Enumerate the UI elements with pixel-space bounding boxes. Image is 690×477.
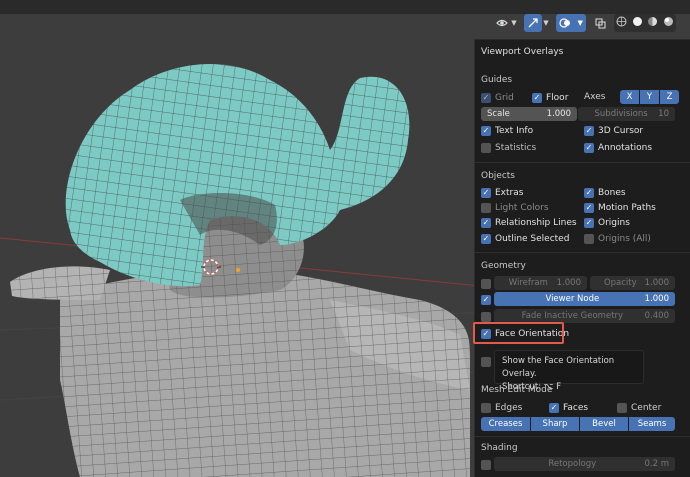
light-colors-checkbox[interactable]: Light Colors [481, 201, 549, 214]
wireframe-shading-icon[interactable] [616, 16, 627, 30]
3d-cursor-checkbox[interactable]: ✓ 3D Cursor [584, 124, 643, 137]
center-checkbox[interactable]: Center [617, 401, 661, 414]
divider [474, 162, 690, 163]
viewer-node-field[interactable]: Viewer Node 1.000 [494, 292, 675, 306]
grid-checkbox[interactable]: ✓ Grid [481, 91, 514, 104]
opacity-field[interactable]: Opacity 1.000 [590, 276, 675, 290]
text-info-checkbox[interactable]: ✓ Text Info [481, 124, 533, 137]
subdivisions-field[interactable]: Subdivisions 10 [578, 107, 675, 121]
motion-paths-checkbox[interactable]: ✓ Motion Paths [584, 201, 656, 214]
check-icon: ✓ [481, 294, 491, 305]
guides-heading: Guides [481, 75, 513, 85]
check-icon: ✓ [481, 125, 491, 136]
overlays-button[interactable]: ▼ [556, 14, 586, 32]
check-icon: ✓ [481, 92, 491, 103]
floor-checkbox[interactable]: ✓ Floor [532, 91, 568, 104]
creases-toggle[interactable]: Creases [481, 417, 530, 431]
check-icon: ✓ [584, 202, 594, 213]
extras-checkbox[interactable]: ✓ Extras [481, 186, 523, 199]
mesh-edit-heading: Mesh Edit Mode [481, 385, 553, 395]
axes-label: Axes [584, 92, 606, 102]
material-shading-icon[interactable] [647, 16, 658, 30]
eye-icon[interactable] [494, 14, 510, 32]
axis-x-toggle[interactable]: X [620, 90, 639, 104]
bones-checkbox[interactable]: ✓ Bones [584, 186, 626, 199]
sharp-toggle[interactable]: Sharp [531, 417, 579, 431]
divider [474, 252, 690, 253]
highlight-box [473, 322, 564, 344]
tooltip: Show the Face Orientation Overlay. Short… [494, 350, 644, 392]
hidden-overlay-checkbox[interactable] [481, 355, 495, 368]
origins-all-checkbox[interactable]: Origins (All) [584, 232, 651, 245]
axes-toggle-group: X Y Z [620, 90, 680, 104]
geometry-heading: Geometry [481, 261, 526, 271]
mesh-edit-toggle-group: Creases Sharp Bevel Seams [481, 417, 676, 431]
overlays-icon [559, 18, 571, 28]
viewer-node-checkbox[interactable]: ✓ [481, 293, 495, 306]
check-icon: ✓ [549, 402, 559, 413]
wireframe-field[interactable]: Wirefram 1.000 [494, 276, 587, 290]
annotations-checkbox[interactable]: ✓ Annotations [584, 141, 652, 154]
wireframe-checkbox[interactable] [481, 277, 495, 290]
header-toolbar: ▼ ▼ ▼ [494, 13, 676, 33]
solid-shading-icon[interactable] [632, 16, 643, 30]
seams-toggle[interactable]: Seams [629, 417, 675, 431]
check-icon: ✓ [584, 187, 594, 198]
panel-title: Viewport Overlays [481, 47, 564, 57]
shading-buttons [614, 14, 676, 32]
check-icon: ✓ [584, 125, 594, 136]
retopology-checkbox[interactable] [481, 458, 495, 471]
scale-field[interactable]: Scale 1.000 [481, 107, 577, 121]
check-icon: ✓ [481, 187, 491, 198]
check-icon: ✓ [481, 233, 491, 244]
divider [474, 436, 690, 437]
statistics-checkbox[interactable]: Statistics [481, 141, 536, 154]
chevron-down-icon: ▼ [577, 19, 583, 27]
relationship-lines-checkbox[interactable]: ✓ Relationship Lines [481, 216, 577, 229]
rendered-shading-icon[interactable] [663, 16, 674, 30]
outline-selected-checkbox[interactable]: ✓ Outline Selected [481, 232, 569, 245]
tooltip-description: Show the Face Orientation Overlay. [502, 356, 615, 379]
axis-z-toggle[interactable]: Z [660, 90, 679, 104]
bevel-toggle[interactable]: Bevel [580, 417, 628, 431]
fade-inactive-field[interactable]: Fade Inactive Geometry 0.400 [494, 309, 675, 323]
edges-checkbox[interactable]: Edges [481, 401, 522, 414]
axis-y-toggle[interactable]: Y [640, 90, 659, 104]
viewport-header [0, 0, 690, 14]
check-icon: ✓ [481, 217, 491, 228]
check-icon: ✓ [584, 142, 594, 153]
shading-heading: Shading [481, 443, 518, 453]
origins-checkbox[interactable]: ✓ Origins [584, 216, 630, 229]
gizmo-icon[interactable] [524, 14, 542, 32]
objects-heading: Objects [481, 171, 516, 181]
xray-icon[interactable] [592, 14, 608, 32]
check-icon: ✓ [532, 92, 542, 103]
faces-checkbox[interactable]: ✓ Faces [549, 401, 588, 414]
retopology-field[interactable]: Retopology 0.2 m [494, 457, 675, 471]
chevron-down-icon[interactable]: ▼ [542, 19, 550, 27]
chevron-down-icon[interactable]: ▼ [510, 19, 518, 27]
check-icon: ✓ [584, 217, 594, 228]
